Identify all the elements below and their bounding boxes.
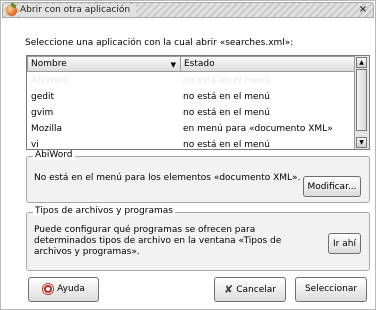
file-types-frame-title: Tipos de archivos y programas bbox=[33, 206, 175, 216]
list-item[interactable]: Mozilla en menú para «documento XML» bbox=[27, 121, 355, 137]
column-header-name[interactable]: Nombre ▼ bbox=[27, 56, 181, 72]
cancel-button[interactable]: ✘ Cancelar bbox=[214, 277, 286, 302]
cancel-icon: ✘ bbox=[224, 283, 234, 296]
prompt-label: Seleccione una aplicación con la cual ab… bbox=[25, 38, 294, 48]
list-item[interactable]: gedit no está en el menú bbox=[27, 89, 355, 105]
list-item[interactable]: vi no está en el menú bbox=[27, 137, 355, 149]
dialog-window: Abrir con otra aplicación × Seleccione u… bbox=[0, 0, 376, 310]
application-frame-title: AbiWord bbox=[33, 150, 75, 160]
modify-button[interactable]: Modificar... bbox=[303, 176, 361, 197]
file-types-frame: Tipos de archivos y programas Puede conf… bbox=[26, 206, 370, 271]
scroll-up-icon[interactable]: ▲ bbox=[356, 57, 367, 68]
close-icon[interactable]: × bbox=[357, 4, 369, 16]
scroll-thumb[interactable] bbox=[356, 69, 367, 131]
sort-down-icon: ▼ bbox=[170, 61, 176, 69]
scroll-down-icon[interactable]: ▼ bbox=[356, 137, 367, 148]
list-header: Nombre ▼ Estado bbox=[27, 56, 356, 73]
help-button[interactable]: Ayuda bbox=[28, 277, 99, 302]
list-scrollbar[interactable]: ▲ ▼ bbox=[354, 56, 369, 149]
go-there-button[interactable]: Ir ahí bbox=[328, 233, 361, 254]
column-header-state[interactable]: Estado bbox=[180, 56, 356, 72]
select-button[interactable]: Seleccionar bbox=[295, 277, 367, 302]
application-status-text: No está en el menú para los elementos «d… bbox=[34, 173, 301, 183]
help-icon bbox=[42, 282, 55, 295]
application-list[interactable]: Nombre ▼ Estado AbiWord no está en el me… bbox=[26, 55, 370, 150]
list-item[interactable]: gvim no está en el menú bbox=[27, 105, 355, 121]
app-icon bbox=[6, 3, 17, 16]
window-title: Abrir con otra aplicación bbox=[20, 4, 137, 17]
title-bar[interactable]: Abrir con otra aplicación × bbox=[2, 2, 374, 18]
list-item[interactable]: AbiWord no está en el menú bbox=[27, 73, 355, 89]
file-types-text: Puede configurar qué programas se ofrece… bbox=[34, 225, 282, 257]
